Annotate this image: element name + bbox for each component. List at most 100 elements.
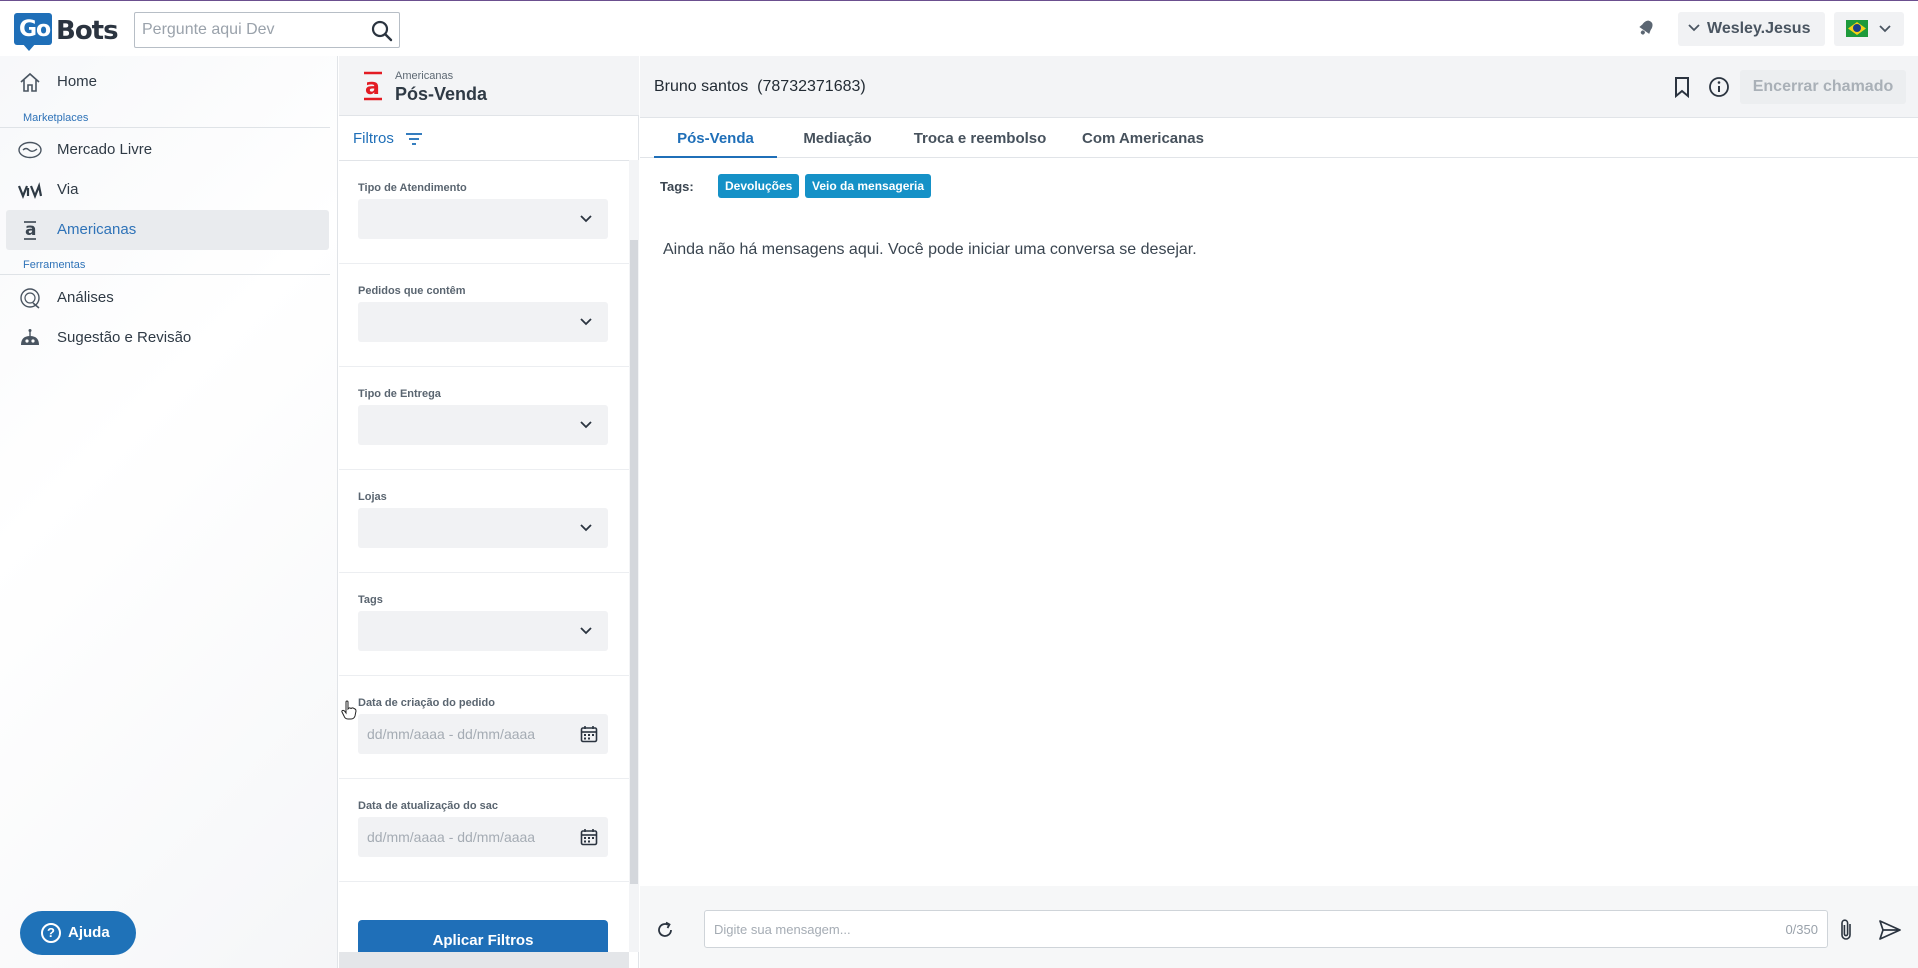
- message-input-box: 0/350: [704, 910, 1828, 948]
- calendar-icon[interactable]: [580, 828, 598, 846]
- filter-group: Lojas: [339, 470, 629, 573]
- brazil-flag-icon: [1846, 20, 1868, 37]
- help-button[interactable]: ? Ajuda: [20, 911, 136, 955]
- customer-id: (78732371683): [757, 78, 866, 95]
- filter-label: Tipo de Entrega: [358, 388, 441, 400]
- tab-mediacao[interactable]: Mediação: [789, 118, 886, 158]
- search-box: [134, 12, 400, 48]
- sidebar-item-label: Americanas: [57, 221, 137, 238]
- search-input[interactable]: [135, 13, 355, 47]
- tag-badge: Devoluções: [718, 174, 800, 198]
- svg-text:a: a: [25, 220, 36, 240]
- scrollbar-thumb[interactable]: [630, 240, 638, 884]
- filter-group: Data de criação do pedido: [339, 676, 629, 779]
- sidebar-item-analises[interactable]: Análises: [6, 278, 329, 318]
- horizontal-scrollbar[interactable]: [339, 952, 629, 968]
- filter-label: Pedidos que contêm: [358, 285, 466, 297]
- filter-select[interactable]: [358, 508, 608, 548]
- americanas-logo-icon: a: [364, 71, 382, 101]
- svg-text:a: a: [365, 75, 380, 100]
- app-header: Go Bots Wesley.Jesus: [0, 1, 1918, 56]
- chevron-down-icon: [580, 215, 592, 223]
- filter-select[interactable]: [358, 302, 608, 342]
- user-menu-button[interactable]: Wesley.Jesus: [1678, 12, 1825, 46]
- sidebar-item-label: Sugestão e Revisão: [57, 329, 192, 346]
- calendar-icon[interactable]: [580, 725, 598, 743]
- logo-text: Bots: [56, 16, 119, 46]
- empty-conversation-message: Ainda não há mensagens aqui. Você pode i…: [663, 241, 1197, 258]
- sidebar-item-americanas[interactable]: a Americanas: [6, 210, 329, 250]
- language-selector[interactable]: [1834, 12, 1904, 46]
- tab-troca-reembolso[interactable]: Troca e reembolso: [906, 118, 1054, 158]
- filter-label: Lojas: [358, 491, 387, 503]
- notification-bell-icon[interactable]: [1636, 18, 1656, 38]
- close-ticket-button[interactable]: Encerrar chamado: [1740, 70, 1906, 104]
- conversation-panel: Bruno santos (78732371683) Encerrar cham…: [640, 56, 1918, 968]
- date-range-field: [358, 817, 608, 857]
- filters-toggle[interactable]: Filtros: [353, 130, 422, 147]
- filter-label: Tags: [358, 594, 383, 606]
- refresh-icon[interactable]: [655, 920, 675, 940]
- filter-icon: [406, 133, 422, 145]
- attachment-icon[interactable]: [1838, 918, 1854, 942]
- customer-name: Bruno santos (78732371683): [654, 78, 866, 95]
- search-icon[interactable]: [371, 20, 393, 42]
- send-icon[interactable]: [1879, 920, 1901, 940]
- sidebar-item-sugestao-revisao[interactable]: Sugestão e Revisão: [6, 318, 329, 358]
- americanas-icon: a: [24, 220, 36, 240]
- chevron-down-icon: [580, 318, 592, 326]
- info-icon[interactable]: [1708, 76, 1730, 98]
- filter-scrollbar[interactable]: [629, 160, 639, 952]
- store-section-title: Pós-Venda: [395, 84, 488, 104]
- sidebar-item-mercado-livre[interactable]: Mercado Livre: [6, 130, 329, 170]
- character-counter: 0/350: [1785, 922, 1818, 937]
- sidebar-item-label: Via: [57, 181, 79, 198]
- date-range-input[interactable]: [358, 817, 568, 857]
- chevron-down-icon: [580, 524, 592, 532]
- sidebar-item-label: Home: [57, 73, 98, 90]
- filter-group: Pedidos que contêm: [339, 264, 629, 367]
- conversation-tabs: Pós-Venda Mediação Troca e reembolso Com…: [640, 118, 1918, 158]
- sidebar: Home Marketplaces Mercado Livre Via a Am…: [0, 56, 338, 968]
- via-icon: [18, 182, 42, 199]
- date-range-field: [358, 714, 608, 754]
- analytics-icon: [20, 288, 40, 309]
- conversation-header: Bruno santos (78732371683) Encerrar cham…: [640, 56, 1918, 118]
- store-header: a Americanas Pós-Venda: [339, 56, 639, 116]
- filter-select[interactable]: [358, 611, 608, 651]
- gobots-logo[interactable]: Go Bots: [14, 11, 119, 51]
- filter-group: Tipo de Atendimento: [339, 161, 629, 264]
- filter-select[interactable]: [358, 405, 608, 445]
- filter-label: Data de atualização do sac: [358, 800, 498, 812]
- bookmark-icon[interactable]: [1674, 77, 1690, 98]
- hand-cursor-icon: [341, 700, 357, 720]
- filter-group: Tipo de Entrega: [339, 367, 629, 470]
- chevron-down-icon: [580, 421, 592, 429]
- sidebar-item-home[interactable]: Home: [6, 62, 329, 102]
- filter-label: Tipo de Atendimento: [358, 182, 467, 194]
- robot-icon: [21, 329, 39, 345]
- section-tools: Ferramentas: [0, 259, 330, 275]
- sidebar-item-via[interactable]: Via: [6, 170, 329, 210]
- filter-group: Tags: [339, 573, 629, 676]
- chevron-down-icon: [580, 627, 592, 635]
- mercado-livre-icon: [18, 141, 42, 159]
- tag-badge: Veio da mensageria: [805, 174, 932, 198]
- tab-com-americanas[interactable]: Com Americanas: [1072, 118, 1214, 158]
- username-label: Wesley.Jesus: [1707, 20, 1811, 37]
- question-icon: ?: [41, 923, 61, 943]
- date-range-input[interactable]: [358, 714, 568, 754]
- filter-label: Data de criação do pedido: [358, 697, 495, 709]
- chevron-down-icon: [1879, 25, 1891, 33]
- tab-pos-venda[interactable]: Pós-Venda: [654, 118, 777, 158]
- filter-select[interactable]: [358, 199, 608, 239]
- home-icon: [20, 72, 40, 92]
- filter-panel: a Americanas Pós-Venda Filtros Tipo de A…: [339, 56, 639, 968]
- tags-label: Tags:: [660, 179, 694, 194]
- chevron-down-icon: [1688, 24, 1700, 32]
- store-name: Americanas: [395, 70, 454, 82]
- message-input[interactable]: [705, 911, 1765, 947]
- filter-group: Data de atualização do sac: [339, 779, 629, 882]
- section-marketplaces: Marketplaces: [0, 112, 330, 128]
- sidebar-item-label: Análises: [57, 289, 114, 306]
